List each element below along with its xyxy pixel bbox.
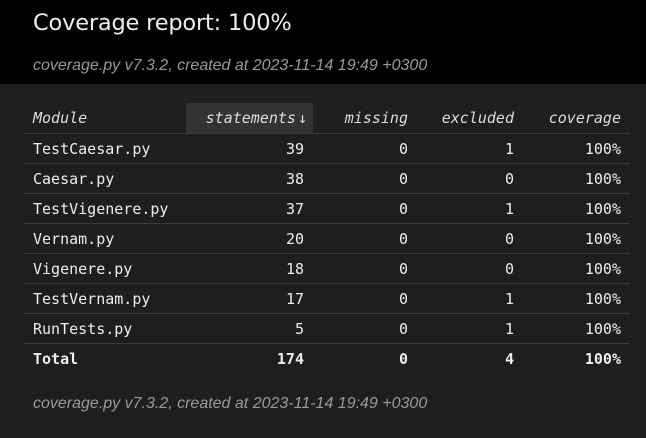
report-header: Coverage report: 100% coverage.py v7.3.2…: [0, 0, 646, 84]
footer-generator-link[interactable]: coverage.py v7.3.2, created at 2023-11-1…: [33, 395, 427, 412]
module-link[interactable]: TestVernam.py: [24, 283, 186, 314]
table-row: TestVernam.py 17 0 1 100%: [24, 283, 630, 314]
table-row: Vigenere.py 18 0 0 100%: [24, 253, 630, 284]
table-row: Vernam.py 20 0 0 100%: [24, 223, 630, 254]
total-coverage: 100%: [584, 349, 621, 368]
total-missing: 0: [398, 349, 408, 368]
coverage-cell: 100%: [523, 313, 630, 344]
column-header-module[interactable]: Module: [24, 103, 186, 134]
table-row: TestCaesar.py 39 0 1 100%: [24, 133, 630, 164]
sort-descending-icon: ↓: [297, 109, 307, 127]
table-row: RunTests.py 5 0 1 100%: [24, 313, 630, 344]
coverage-cell: 100%: [523, 163, 630, 194]
module-link[interactable]: RunTests.py: [24, 313, 186, 344]
coverage-cell: 100%: [523, 283, 630, 314]
coverage-table: Module statements ↓ missing excluded cove…: [24, 103, 630, 373]
missing-cell: 0: [313, 313, 417, 344]
module-link[interactable]: TestVigenere.py: [24, 193, 186, 224]
module-link[interactable]: Caesar.py: [24, 163, 186, 194]
statements-cell: 18: [186, 253, 313, 284]
table-header-row: Module statements ↓ missing excluded cove…: [24, 103, 630, 134]
excluded-cell: 1: [417, 283, 523, 314]
coverage-cell: 100%: [523, 253, 630, 284]
missing-cell: 0: [313, 253, 417, 284]
report-footer: coverage.py v7.3.2, created at 2023-11-1…: [33, 394, 427, 414]
excluded-cell: 0: [417, 163, 523, 194]
total-row: Total 174 0 4 100%: [24, 344, 630, 374]
column-header-missing[interactable]: missing: [313, 103, 417, 134]
module-link[interactable]: Vigenere.py: [24, 253, 186, 284]
total-statements: 174: [276, 349, 304, 368]
header-subtitle: coverage.py v7.3.2, created at 2023-11-1…: [33, 56, 646, 76]
excluded-cell: 0: [417, 253, 523, 284]
statements-cell: 5: [186, 313, 313, 344]
column-header-excluded[interactable]: excluded: [417, 103, 523, 134]
missing-cell: 0: [313, 133, 417, 164]
coverage-cell: 100%: [523, 223, 630, 254]
missing-cell: 0: [313, 283, 417, 314]
coverage-cell: 100%: [523, 193, 630, 224]
total-label: Total: [33, 349, 79, 368]
column-header-coverage[interactable]: coverage: [523, 103, 630, 134]
statements-cell: 38: [186, 163, 313, 194]
table-row: TestVigenere.py 37 0 1 100%: [24, 193, 630, 224]
excluded-cell: 0: [417, 223, 523, 254]
column-header-statements-label: statements: [205, 109, 296, 127]
statements-cell: 20: [186, 223, 313, 254]
statements-cell: 39: [186, 133, 313, 164]
excluded-cell: 1: [417, 313, 523, 344]
generator-link[interactable]: coverage.py v7.3.2, created at 2023-11-1…: [33, 57, 427, 74]
excluded-cell: 1: [417, 193, 523, 224]
total-excluded: 4: [504, 349, 514, 368]
page-title: Coverage report: 100%: [33, 10, 292, 36]
statements-cell: 37: [186, 193, 313, 224]
excluded-cell: 1: [417, 133, 523, 164]
missing-cell: 0: [313, 163, 417, 194]
coverage-cell: 100%: [523, 133, 630, 164]
table-row: Caesar.py 38 0 0 100%: [24, 163, 630, 194]
column-header-statements[interactable]: statements ↓: [186, 103, 313, 134]
module-link[interactable]: TestCaesar.py: [24, 133, 186, 164]
module-link[interactable]: Vernam.py: [24, 223, 186, 254]
statements-cell: 17: [186, 283, 313, 314]
missing-cell: 0: [313, 193, 417, 224]
missing-cell: 0: [313, 223, 417, 254]
